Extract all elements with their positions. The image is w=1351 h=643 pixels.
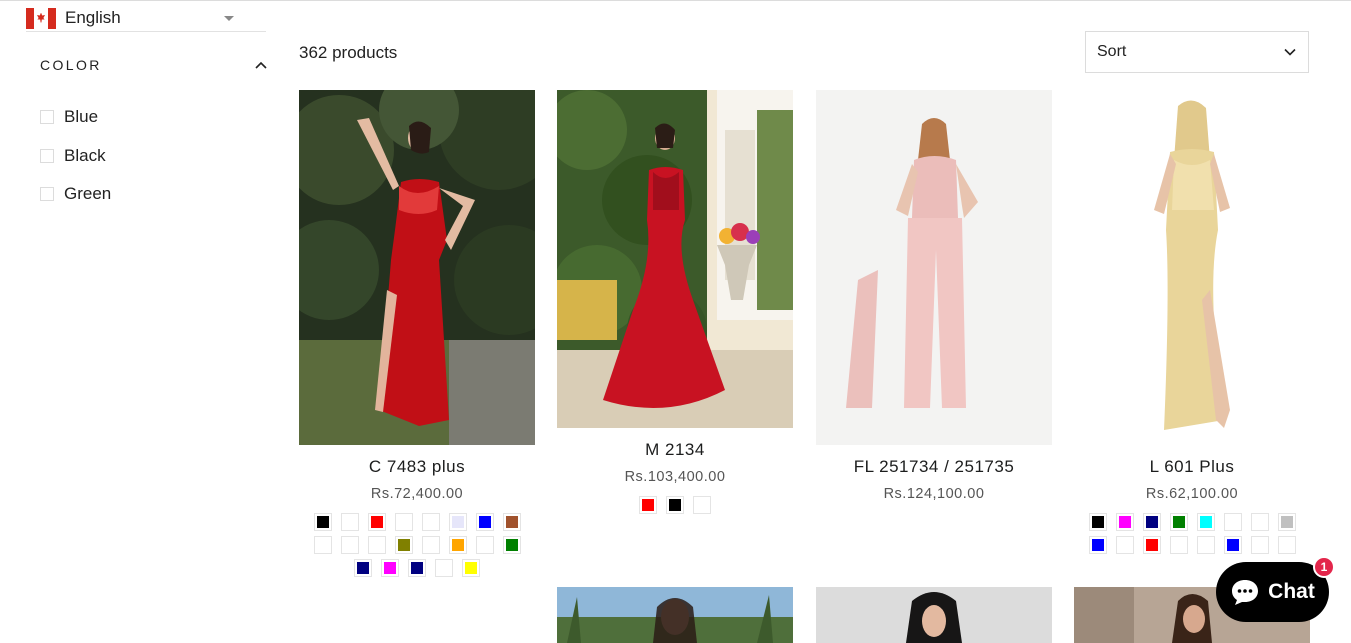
product-name[interactable]: FL 251734 / 251735 <box>816 457 1052 477</box>
color-swatch[interactable] <box>354 558 372 577</box>
filter-option-blue[interactable]: Blue <box>40 98 111 137</box>
color-swatch[interactable] <box>475 535 494 554</box>
chevron-down-icon <box>1284 48 1296 56</box>
filter-option-label: Blue <box>64 107 99 127</box>
top-border <box>0 0 1351 1</box>
color-swatch[interactable] <box>502 535 521 554</box>
color-swatch[interactable] <box>1088 535 1107 554</box>
color-swatch[interactable] <box>639 495 657 514</box>
color-swatch[interactable] <box>367 535 386 554</box>
color-swatch[interactable] <box>1196 512 1215 531</box>
color-swatch[interactable] <box>1223 535 1242 554</box>
color-swatches <box>299 510 535 579</box>
color-swatch[interactable] <box>381 558 399 577</box>
caret-down-icon <box>224 16 234 21</box>
color-filter-list: Blue Black Green <box>40 98 111 214</box>
color-swatch[interactable] <box>475 512 494 531</box>
sort-select[interactable]: Sort <box>1085 31 1309 73</box>
color-swatch[interactable] <box>1250 512 1269 531</box>
color-swatch[interactable] <box>1142 535 1161 554</box>
color-swatch[interactable] <box>462 558 480 577</box>
color-swatches <box>1074 510 1310 556</box>
language-label: English <box>65 8 121 27</box>
color-swatch[interactable] <box>502 512 521 531</box>
color-swatch[interactable] <box>448 512 467 531</box>
color-swatch[interactable] <box>394 535 413 554</box>
color-swatch[interactable] <box>421 535 440 554</box>
chat-button[interactable]: Chat <box>1216 562 1329 622</box>
product-image[interactable] <box>557 587 793 643</box>
color-swatch[interactable] <box>693 495 711 514</box>
language-selector[interactable]: English <box>26 5 266 32</box>
color-swatch[interactable] <box>367 512 386 531</box>
color-swatch[interactable] <box>1223 512 1242 531</box>
color-swatch[interactable] <box>435 558 453 577</box>
color-swatch[interactable] <box>1169 535 1188 554</box>
color-filter-toggle[interactable]: COLOR <box>40 54 268 76</box>
color-swatch[interactable] <box>1169 512 1188 531</box>
color-swatch[interactable] <box>1277 535 1296 554</box>
color-swatch[interactable] <box>1088 512 1107 531</box>
product-price: Rs.124,100.00 <box>883 486 985 502</box>
sort-label: Sort <box>1097 43 1127 60</box>
color-swatch[interactable] <box>1196 535 1215 554</box>
checkbox[interactable] <box>40 148 54 163</box>
product-count: 362 products <box>299 43 398 62</box>
chevron-up-icon <box>255 61 267 69</box>
color-swatch[interactable] <box>1115 512 1134 531</box>
chat-label: Chat <box>1268 580 1315 603</box>
color-swatch[interactable] <box>1277 512 1296 531</box>
product-image[interactable] <box>1074 90 1310 445</box>
color-swatch[interactable] <box>421 512 440 531</box>
chat-bubble-icon <box>1232 580 1259 605</box>
product-image[interactable] <box>816 90 1052 445</box>
color-swatch[interactable] <box>313 535 332 554</box>
checkbox[interactable] <box>40 187 54 202</box>
filter-title: COLOR <box>40 57 102 73</box>
checkbox[interactable] <box>40 110 54 125</box>
color-swatch[interactable] <box>1115 535 1134 554</box>
color-swatch[interactable] <box>1250 535 1269 554</box>
filter-option-label: Black <box>64 145 106 165</box>
filter-option-green[interactable]: Green <box>40 175 111 214</box>
product-image[interactable] <box>299 90 535 445</box>
product-price: Rs.103,400.00 <box>624 469 726 485</box>
filter-option-label: Green <box>64 184 112 204</box>
color-swatch[interactable] <box>666 495 684 514</box>
color-swatch[interactable] <box>313 512 332 531</box>
color-swatches <box>557 493 793 516</box>
color-swatch[interactable] <box>340 535 359 554</box>
product-image[interactable] <box>557 90 793 428</box>
color-swatch[interactable] <box>448 535 467 554</box>
filter-option-black[interactable]: Black <box>40 137 111 176</box>
product-price: Rs.72,400.00 <box>370 486 464 502</box>
canada-flag-icon <box>26 7 56 29</box>
color-swatch[interactable] <box>394 512 413 531</box>
color-swatch[interactable] <box>1142 512 1161 531</box>
product-name[interactable]: C 7483 plus <box>299 457 535 477</box>
color-swatch[interactable] <box>408 558 426 577</box>
product-image[interactable] <box>816 587 1052 643</box>
product-name[interactable]: M 2134 <box>557 440 793 460</box>
product-name[interactable]: L 601 Plus <box>1074 457 1310 477</box>
chat-notification-badge: 1 <box>1313 556 1335 578</box>
product-price: Rs.62,100.00 <box>1145 486 1239 502</box>
color-swatch[interactable] <box>340 512 359 531</box>
